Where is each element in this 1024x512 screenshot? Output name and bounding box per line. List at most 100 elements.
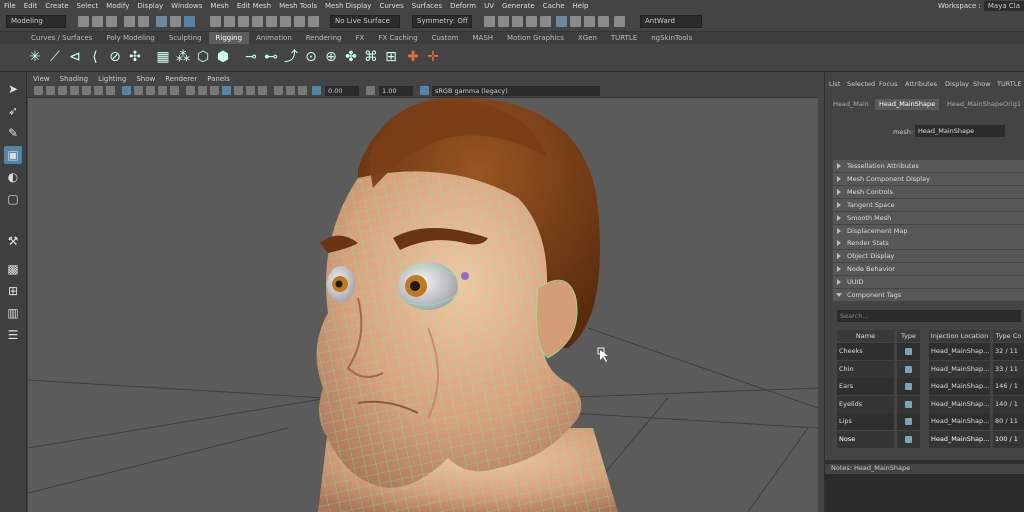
menu-cache[interactable]: Cache <box>539 2 569 10</box>
table-row[interactable]: Cheeks Head_MainShap... 32 / 11 <box>837 343 1024 360</box>
menu-mesh-display[interactable]: Mesh Display <box>321 2 375 10</box>
gamma-icon[interactable] <box>366 86 375 95</box>
wireframe-icon[interactable] <box>122 86 131 95</box>
section-node-behavior[interactable]: Node Behavior <box>833 263 1024 276</box>
ae-menu-focus[interactable]: Focus <box>879 80 898 88</box>
cluster-icon[interactable]: ⁂ <box>174 48 192 66</box>
user-account-dropdown[interactable]: AntWard <box>640 15 702 28</box>
ae-menu-show[interactable]: Show <box>973 80 991 88</box>
section-object-display[interactable]: Object Display <box>833 250 1024 263</box>
shelf-tab-turtle[interactable]: TURTLE <box>604 32 644 44</box>
light-editor-icon[interactable] <box>570 16 581 27</box>
menu-windows[interactable]: Windows <box>167 2 206 10</box>
constraint-aim-icon[interactable]: ⊙ <box>302 48 320 66</box>
isolate-icon[interactable] <box>170 86 179 95</box>
symmetry-dropdown[interactable]: Symmetry: Off <box>412 15 472 28</box>
section-uuid[interactable]: UUID <box>833 276 1024 289</box>
section-smooth-mesh[interactable]: Smooth Mesh <box>833 211 1024 224</box>
skin-weights-icon[interactable]: ✤ <box>342 48 360 66</box>
motion-blur-icon[interactable] <box>246 86 255 95</box>
undo-icon[interactable] <box>124 16 135 27</box>
menu-edit-mesh[interactable]: Edit Mesh <box>233 2 275 10</box>
pick-mask-icon[interactable] <box>210 16 221 27</box>
xray-joints-icon[interactable] <box>298 86 307 95</box>
node-tab-head-main[interactable]: Head_Main <box>829 99 873 110</box>
shelf-tab-animation[interactable]: Animation <box>249 32 299 44</box>
table-row[interactable]: Lips Head_MainShap... 80 / 11 <box>837 413 1024 431</box>
gamma-field[interactable]: 1.00 <box>379 86 413 96</box>
ik-handle-icon[interactable]: ⟋ <box>46 48 64 66</box>
section-mesh-controls[interactable]: Mesh Controls <box>833 185 1024 198</box>
four-view-icon[interactable]: ⊞ <box>4 282 22 300</box>
paint-select-icon[interactable]: ✎ <box>4 124 22 142</box>
tool-settings-icon[interactable] <box>598 16 609 27</box>
ae-menu-list[interactable]: List <box>829 80 840 88</box>
table-row[interactable]: Eyelids Head_MainShap... 140 / 1 <box>837 395 1024 413</box>
snap-grid-icon[interactable] <box>238 16 249 27</box>
panel-menu-lighting[interactable]: Lighting <box>93 75 131 83</box>
shelf-tab-sculpting[interactable]: Sculpting <box>162 32 209 44</box>
section-mesh-component-display[interactable]: Mesh Component Display <box>833 172 1024 185</box>
shelf-tab-motion-graphics[interactable]: Motion Graphics <box>500 32 571 44</box>
menu-deform[interactable]: Deform <box>446 2 480 10</box>
ipr-icon[interactable] <box>526 16 537 27</box>
cube-deformer-icon[interactable]: ⬡ <box>194 48 212 66</box>
section-tangent-space[interactable]: Tangent Space <box>833 198 1024 211</box>
shadows-icon[interactable] <box>210 86 219 95</box>
joint-tool-icon[interactable]: ✳ <box>26 48 44 66</box>
panel-menu-panels[interactable]: Panels <box>202 75 235 83</box>
render-settings-icon[interactable] <box>540 16 551 27</box>
table-row[interactable]: Nose Head_MainShap... 100 / 1 <box>837 431 1024 448</box>
redo-icon[interactable] <box>138 16 149 27</box>
live-surface-field[interactable]: No Live Surface <box>330 15 400 28</box>
shelf-tab-rigging[interactable]: Rigging <box>208 32 250 44</box>
exposure-field[interactable]: 0.00 <box>325 86 359 96</box>
notes-textarea[interactable] <box>825 474 1024 512</box>
grid-toggle-icon[interactable] <box>70 86 79 95</box>
aa-icon[interactable] <box>258 86 267 95</box>
textured-icon[interactable] <box>186 86 195 95</box>
sculpt-tool-icon[interactable]: ⚒ <box>4 232 22 250</box>
workspace-selector[interactable]: Workspace : Maya Cla <box>938 0 1024 12</box>
wire-on-shaded-icon[interactable] <box>222 86 231 95</box>
constraint-orient-icon[interactable]: ⊷ <box>262 48 280 66</box>
section-tessellation-attributes[interactable]: Tessellation Attributes <box>833 160 1024 172</box>
single-view-icon[interactable]: ▩ <box>4 260 22 278</box>
shelf-tab-curves-surfaces[interactable]: Curves / Surfaces <box>24 32 99 44</box>
menu-display[interactable]: Display <box>133 2 167 10</box>
section-render-stats[interactable]: Render Stats <box>833 237 1024 250</box>
snap-surface-icon[interactable] <box>294 16 305 27</box>
lattice-icon[interactable]: ▦ <box>154 48 172 66</box>
ik-spline-icon[interactable]: ⊲ <box>66 48 84 66</box>
resolution-gate-icon[interactable] <box>94 86 103 95</box>
history-icon[interactable] <box>484 16 495 27</box>
panel-menu-view[interactable]: View <box>28 75 55 83</box>
channel-box-icon[interactable] <box>614 16 625 27</box>
table-row[interactable]: Ears Head_MainShap... 146 / 1 <box>837 378 1024 396</box>
snap-view-icon[interactable] <box>280 16 291 27</box>
menu-select[interactable]: Select <box>73 2 103 10</box>
select-hierarchy-icon[interactable] <box>156 16 167 27</box>
menu-mesh[interactable]: Mesh <box>206 2 232 10</box>
mesh-field-input[interactable]: Head_MainShape <box>915 125 1005 137</box>
view-transform-dropdown[interactable]: sRGB gamma (legacy) <box>432 86 600 96</box>
bookmark-icon[interactable] <box>46 86 55 95</box>
ae-menu-selected[interactable]: Selected <box>847 80 875 88</box>
shelf-tab-rendering[interactable]: Rendering <box>299 32 349 44</box>
ae-menu-turtle[interactable]: TURTLE <box>997 80 1021 88</box>
shelf-tab-fx-caching[interactable]: FX Caching <box>371 32 424 44</box>
constraint-pole-icon[interactable]: ⊕ <box>322 48 340 66</box>
panel-menu-shading[interactable]: Shading <box>55 75 93 83</box>
snap-curve-icon[interactable] <box>252 16 263 27</box>
lights-icon[interactable] <box>198 86 207 95</box>
ae-menu-attributes[interactable]: Attributes <box>905 80 937 88</box>
image-plane-icon[interactable] <box>58 86 67 95</box>
snap-live-icon[interactable] <box>308 16 319 27</box>
scale-tool-icon[interactable]: ▢ <box>4 190 22 208</box>
film-gate-icon[interactable] <box>82 86 91 95</box>
dof-icon[interactable] <box>274 86 283 95</box>
render-icon[interactable] <box>498 16 509 27</box>
default-material-icon[interactable] <box>146 86 155 95</box>
viewport[interactable] <box>28 98 818 512</box>
column-header-name[interactable]: Name <box>837 330 894 342</box>
